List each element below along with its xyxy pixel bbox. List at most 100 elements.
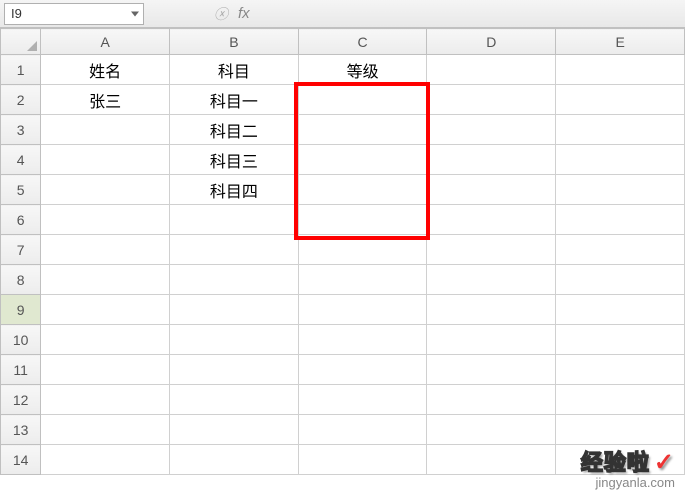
cell-E13[interactable] (556, 415, 685, 445)
row-header[interactable]: 8 (1, 265, 41, 295)
spreadsheet-grid[interactable]: A B C D E 1姓名科目等级2张三科目一3科目二4科目三5科目四67891… (0, 28, 685, 475)
row-header[interactable]: 12 (1, 385, 41, 415)
cell-A4[interactable] (41, 145, 170, 175)
cell-B2[interactable]: 科目一 (169, 85, 298, 115)
cell-C8[interactable] (298, 265, 427, 295)
cell-C1[interactable]: 等级 (298, 55, 427, 85)
row-header[interactable]: 6 (1, 205, 41, 235)
cell-E11[interactable] (556, 355, 685, 385)
cell-A6[interactable] (41, 205, 170, 235)
row-header[interactable]: 14 (1, 445, 41, 475)
cell-B7[interactable] (169, 235, 298, 265)
cell-A11[interactable] (41, 355, 170, 385)
cell-E12[interactable] (556, 385, 685, 415)
cell-E9[interactable] (556, 295, 685, 325)
chevron-down-icon[interactable] (131, 11, 139, 16)
cell-A12[interactable] (41, 385, 170, 415)
cell-D13[interactable] (427, 415, 556, 445)
table-row: 10 (1, 325, 685, 355)
cell-A7[interactable] (41, 235, 170, 265)
cell-A3[interactable] (41, 115, 170, 145)
cell-C7[interactable] (298, 235, 427, 265)
cell-D5[interactable] (427, 175, 556, 205)
cell-B6[interactable] (169, 205, 298, 235)
cell-E4[interactable] (556, 145, 685, 175)
cell-B12[interactable] (169, 385, 298, 415)
cell-B5[interactable]: 科目四 (169, 175, 298, 205)
cell-A9[interactable] (41, 295, 170, 325)
cell-E5[interactable] (556, 175, 685, 205)
cell-B1[interactable]: 科目 (169, 55, 298, 85)
cell-D4[interactable] (427, 145, 556, 175)
cell-C9[interactable] (298, 295, 427, 325)
cell-D9[interactable] (427, 295, 556, 325)
cell-C6[interactable] (298, 205, 427, 235)
cell-D12[interactable] (427, 385, 556, 415)
cell-B8[interactable] (169, 265, 298, 295)
name-box[interactable]: I9 (4, 3, 144, 25)
cell-E1[interactable] (556, 55, 685, 85)
col-header-A[interactable]: A (41, 29, 170, 55)
row-header[interactable]: 4 (1, 145, 41, 175)
row-header[interactable]: 3 (1, 115, 41, 145)
row-header[interactable]: 5 (1, 175, 41, 205)
cell-E7[interactable] (556, 235, 685, 265)
cell-C12[interactable] (298, 385, 427, 415)
cell-A1[interactable]: 姓名 (41, 55, 170, 85)
cell-A5[interactable] (41, 175, 170, 205)
select-all-corner[interactable] (1, 29, 41, 55)
cell-D7[interactable] (427, 235, 556, 265)
cell-D8[interactable] (427, 265, 556, 295)
cell-D1[interactable] (427, 55, 556, 85)
col-header-D[interactable]: D (427, 29, 556, 55)
row-header[interactable]: 1 (1, 55, 41, 85)
cell-D2[interactable] (427, 85, 556, 115)
row-header[interactable]: 11 (1, 355, 41, 385)
cell-E8[interactable] (556, 265, 685, 295)
cell-B13[interactable] (169, 415, 298, 445)
cell-B14[interactable] (169, 445, 298, 475)
cell-A14[interactable] (41, 445, 170, 475)
cell-C11[interactable] (298, 355, 427, 385)
watermark-domain: jingyanla.com (581, 475, 675, 490)
row-header[interactable]: 9 (1, 295, 41, 325)
cell-E6[interactable] (556, 205, 685, 235)
cell-E2[interactable] (556, 85, 685, 115)
cell-B11[interactable] (169, 355, 298, 385)
cell-D10[interactable] (427, 325, 556, 355)
row-header[interactable]: 10 (1, 325, 41, 355)
cancel-icon[interactable]: ⓧ (214, 4, 228, 24)
cell-A2[interactable]: 张三 (41, 85, 170, 115)
cell-D3[interactable] (427, 115, 556, 145)
row-header[interactable]: 7 (1, 235, 41, 265)
cell-C2[interactable] (298, 85, 427, 115)
col-header-E[interactable]: E (556, 29, 685, 55)
cell-B3[interactable]: 科目二 (169, 115, 298, 145)
cell-E3[interactable] (556, 115, 685, 145)
name-box-value: I9 (11, 6, 22, 21)
col-header-B[interactable]: B (169, 29, 298, 55)
row-header[interactable]: 2 (1, 85, 41, 115)
table-row: 4 科目三 (1, 145, 685, 175)
cell-E10[interactable] (556, 325, 685, 355)
cell-B9[interactable] (169, 295, 298, 325)
col-header-C[interactable]: C (298, 29, 427, 55)
cell-C4[interactable] (298, 145, 427, 175)
table-row: 13 (1, 415, 685, 445)
cell-C3[interactable] (298, 115, 427, 145)
cell-A8[interactable] (41, 265, 170, 295)
cell-D6[interactable] (427, 205, 556, 235)
cell-C5[interactable] (298, 175, 427, 205)
cell-E14[interactable] (556, 445, 685, 475)
cell-C10[interactable] (298, 325, 427, 355)
cell-D11[interactable] (427, 355, 556, 385)
cell-B10[interactable] (169, 325, 298, 355)
cell-A13[interactable] (41, 415, 170, 445)
row-header[interactable]: 13 (1, 415, 41, 445)
cell-C14[interactable] (298, 445, 427, 475)
cell-B4[interactable]: 科目三 (169, 145, 298, 175)
cell-D14[interactable] (427, 445, 556, 475)
fx-icon[interactable]: fx (238, 5, 250, 22)
cell-A10[interactable] (41, 325, 170, 355)
cell-C13[interactable] (298, 415, 427, 445)
